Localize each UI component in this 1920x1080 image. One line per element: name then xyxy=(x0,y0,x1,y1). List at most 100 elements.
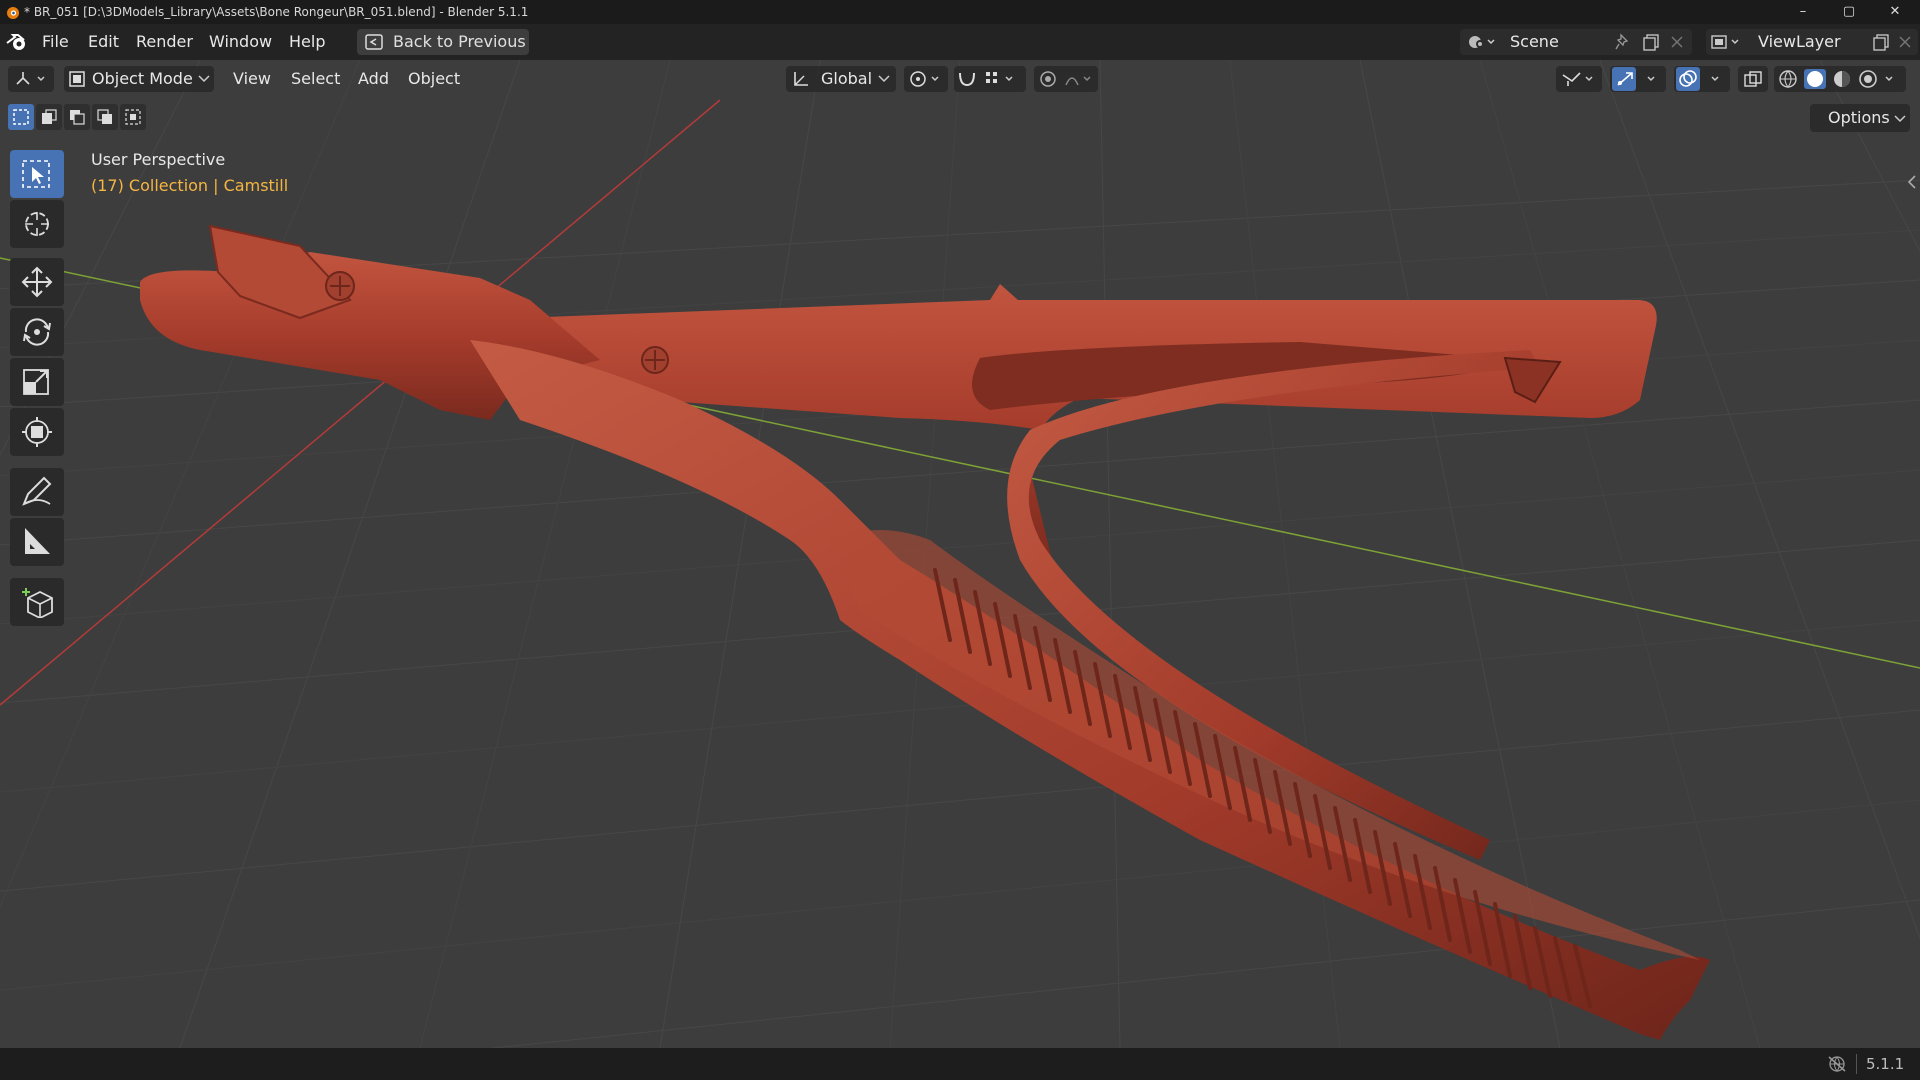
select-invert-mode[interactable] xyxy=(92,104,118,130)
select-extend-mode[interactable] xyxy=(36,104,62,130)
shading-modes-icons xyxy=(1779,69,1893,89)
tool-transform[interactable] xyxy=(10,408,64,456)
view-layer-icon xyxy=(1711,35,1739,49)
select-subtract-mode[interactable] xyxy=(64,104,90,130)
menu-view[interactable]: View xyxy=(233,66,271,92)
add-cube-icon xyxy=(22,588,53,618)
minimize-button[interactable]: – xyxy=(1780,0,1826,24)
measure-ruler-icon xyxy=(25,528,50,554)
options-label: Options xyxy=(1828,108,1890,127)
move-icon xyxy=(21,266,53,298)
status-divider xyxy=(1856,1054,1857,1074)
snap-magnet-icon xyxy=(959,72,1013,87)
close-button[interactable]: ✕ xyxy=(1872,0,1918,24)
selection-mode-buttons xyxy=(8,104,146,130)
cursor-icon xyxy=(25,212,49,236)
menu-edit[interactable]: Edit xyxy=(88,24,119,60)
select-extend-icon xyxy=(42,109,57,124)
network-offline-icon xyxy=(1828,1056,1846,1072)
chevron-down-icon xyxy=(198,75,210,83)
select-intersect-icon xyxy=(125,109,141,125)
tool-annotate[interactable] xyxy=(10,468,64,516)
mode-selector[interactable]: Object Mode xyxy=(64,66,214,92)
viewport-header: Object Mode View Select Add Object Globa… xyxy=(0,60,1920,98)
top-menu-bar: File Edit Render Window Help Back to Pre… xyxy=(0,24,1920,60)
options-dropdown[interactable]: Options xyxy=(1810,104,1910,132)
pin-icon[interactable] xyxy=(1614,33,1632,51)
tool-cursor[interactable] xyxy=(10,200,64,248)
proportional-editing-controls[interactable] xyxy=(1034,66,1098,92)
select-new-icon xyxy=(13,109,29,125)
blender-version: 5.1.1 xyxy=(1866,1055,1905,1073)
blender-logo-icon[interactable] xyxy=(4,31,30,53)
proportional-editing-icon xyxy=(1040,71,1091,87)
view-layer-name: ViewLayer xyxy=(1758,32,1841,51)
menu-file[interactable]: File xyxy=(42,24,69,60)
chevron-down-icon xyxy=(1894,115,1906,123)
delete-scene-icon[interactable] xyxy=(1670,35,1684,49)
tool-measure[interactable] xyxy=(10,518,64,566)
3d-viewport[interactable] xyxy=(0,60,1920,1048)
editor-type-selector[interactable] xyxy=(8,66,54,92)
tool-move[interactable] xyxy=(10,258,64,306)
select-intersect-mode[interactable] xyxy=(120,104,146,130)
snapping-controls[interactable] xyxy=(954,66,1026,92)
rotate-icon xyxy=(23,318,51,346)
menu-window[interactable]: Window xyxy=(209,24,272,60)
back-to-previous-button[interactable]: Back to Previous xyxy=(357,29,529,55)
select-new-mode[interactable] xyxy=(8,104,34,130)
gizmo-icon xyxy=(1617,72,1655,86)
annotate-pencil-icon xyxy=(22,476,52,506)
scale-icon xyxy=(23,369,49,395)
tool-add-cube[interactable] xyxy=(10,578,64,626)
menu-select[interactable]: Select xyxy=(291,66,340,92)
maximize-button[interactable]: ▢ xyxy=(1826,0,1872,24)
tool-shelf xyxy=(8,150,66,634)
viewport-collection-label: (17) Collection | Camstill xyxy=(91,176,289,195)
window-title: * BR_051 [D:\3DModels_Library\Assets\Bon… xyxy=(24,5,529,19)
transform-orientation-selector[interactable]: Global xyxy=(786,66,896,92)
status-bar: 5.1.1 xyxy=(0,1048,1920,1080)
pivot-point-selector[interactable] xyxy=(904,66,948,92)
object-mode-icon xyxy=(69,71,85,87)
tool-scale[interactable] xyxy=(10,358,64,406)
select-box-icon xyxy=(22,160,50,188)
tool-select-box[interactable] xyxy=(10,150,64,198)
shading-mode-selector[interactable] xyxy=(1774,66,1906,92)
menu-object[interactable]: Object xyxy=(408,66,460,92)
select-invert-icon xyxy=(97,109,112,124)
xray-toggle[interactable] xyxy=(1738,66,1768,92)
back-to-previous-label: Back to Previous xyxy=(393,32,526,51)
scene-icon xyxy=(1469,36,1495,48)
new-scene-icon[interactable] xyxy=(1642,33,1660,51)
transform-icon xyxy=(22,417,52,447)
3d-viewport-icon xyxy=(16,72,45,85)
blender-app-icon xyxy=(7,7,19,19)
delete-view-layer-icon[interactable] xyxy=(1898,35,1912,49)
select-subtract-icon xyxy=(70,110,85,125)
back-icon xyxy=(365,34,383,50)
tool-rotate[interactable] xyxy=(10,308,64,356)
view-layer-selector[interactable]: ViewLayer xyxy=(1706,29,1918,55)
pivot-point-icon xyxy=(910,71,939,87)
menu-render[interactable]: Render xyxy=(136,24,193,60)
overlays-toggle[interactable] xyxy=(1674,66,1730,92)
viewport-perspective-label: User Perspective xyxy=(91,150,226,169)
gizmo-toggle[interactable] xyxy=(1610,66,1666,92)
menu-help[interactable]: Help xyxy=(289,24,325,60)
object-type-visibility[interactable] xyxy=(1556,66,1602,92)
transform-orientation-label: Global xyxy=(821,69,873,88)
scene-name: Scene xyxy=(1510,32,1559,51)
window-title-bar: * BR_051 [D:\3DModels_Library\Assets\Bon… xyxy=(0,0,1920,24)
sidebar-toggle-icon[interactable] xyxy=(1906,174,1918,190)
scene-selector[interactable]: Scene xyxy=(1460,29,1692,55)
chevron-down-icon xyxy=(878,75,890,83)
xray-icon xyxy=(1744,71,1762,87)
selectability-visibility-icon xyxy=(1562,72,1593,86)
new-view-layer-icon[interactable] xyxy=(1872,33,1890,51)
menu-add[interactable]: Add xyxy=(358,66,389,92)
overlays-icon xyxy=(1679,70,1719,87)
orientation-global-icon xyxy=(794,72,808,86)
mode-label: Object Mode xyxy=(92,69,193,88)
viewport-scene[interactable] xyxy=(0,60,1920,1048)
